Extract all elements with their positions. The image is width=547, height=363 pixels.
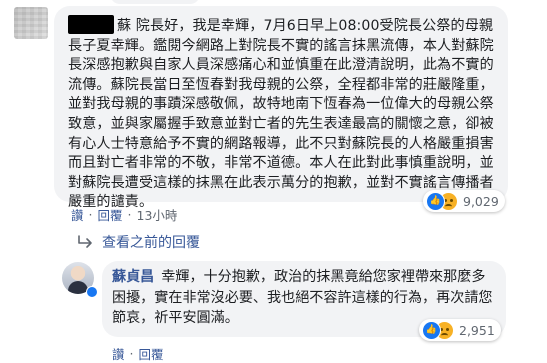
reply-reactions[interactable]: 2,951 — [419, 319, 501, 341]
reply-text: 幸輝，十分抱歉，政治的抹黑竟給您家裡帶來那麼多困擾，實在非常沒必要、我也絕不容許… — [112, 269, 493, 326]
reply-reply-link[interactable]: 回覆 — [139, 344, 164, 363]
reply-author-name[interactable]: 蘇貞昌 — [112, 269, 154, 285]
comment-bubble: 蘇 院長好，我是幸輝，7月6日早上08:00受院長公祭的母親長子夏幸輝。鑑閱今網… — [54, 6, 508, 210]
verified-badge-icon — [86, 286, 98, 298]
reply-like-link[interactable]: 讚 — [112, 344, 125, 363]
separator-dot: · — [88, 207, 93, 222]
commenter-avatar-blurred[interactable] — [14, 7, 48, 39]
view-previous-replies[interactable]: 查看之前的回覆 — [76, 232, 200, 252]
separator-dot: · — [129, 346, 134, 361]
like-icon — [426, 191, 445, 211]
reply-arrow-icon — [78, 235, 92, 248]
comment-text: 蘇 院長好，我是幸輝，7月6日早上08:00受院長公祭的母親長子夏幸輝。鑑閱今網… — [68, 18, 494, 211]
comment-actions: 讚 · 回覆 · 13小時 — [71, 205, 177, 224]
separator-dot: · — [127, 207, 132, 222]
reply-link[interactable]: 回覆 — [98, 205, 123, 224]
reply-reaction-count: 2,951 — [459, 322, 495, 338]
comment-text-block: 蘇 院長好，我是幸輝，7月6日早上08:00受院長公祭的母親長子夏幸輝。鑑閱今網… — [68, 15, 500, 213]
comment-reaction-count: 9,029 — [463, 193, 499, 209]
redacted-name — [68, 15, 114, 34]
comment-timestamp[interactable]: 13小時 — [137, 205, 178, 224]
previous-comment-edge — [110, 0, 200, 4]
comment-reactions[interactable]: 9,029 — [423, 190, 505, 212]
reply-actions: 讚 · 回覆 — [112, 344, 164, 363]
like-link[interactable]: 讚 — [71, 205, 84, 224]
view-previous-replies-label: 查看之前的回覆 — [102, 235, 200, 251]
like-icon — [422, 320, 441, 340]
